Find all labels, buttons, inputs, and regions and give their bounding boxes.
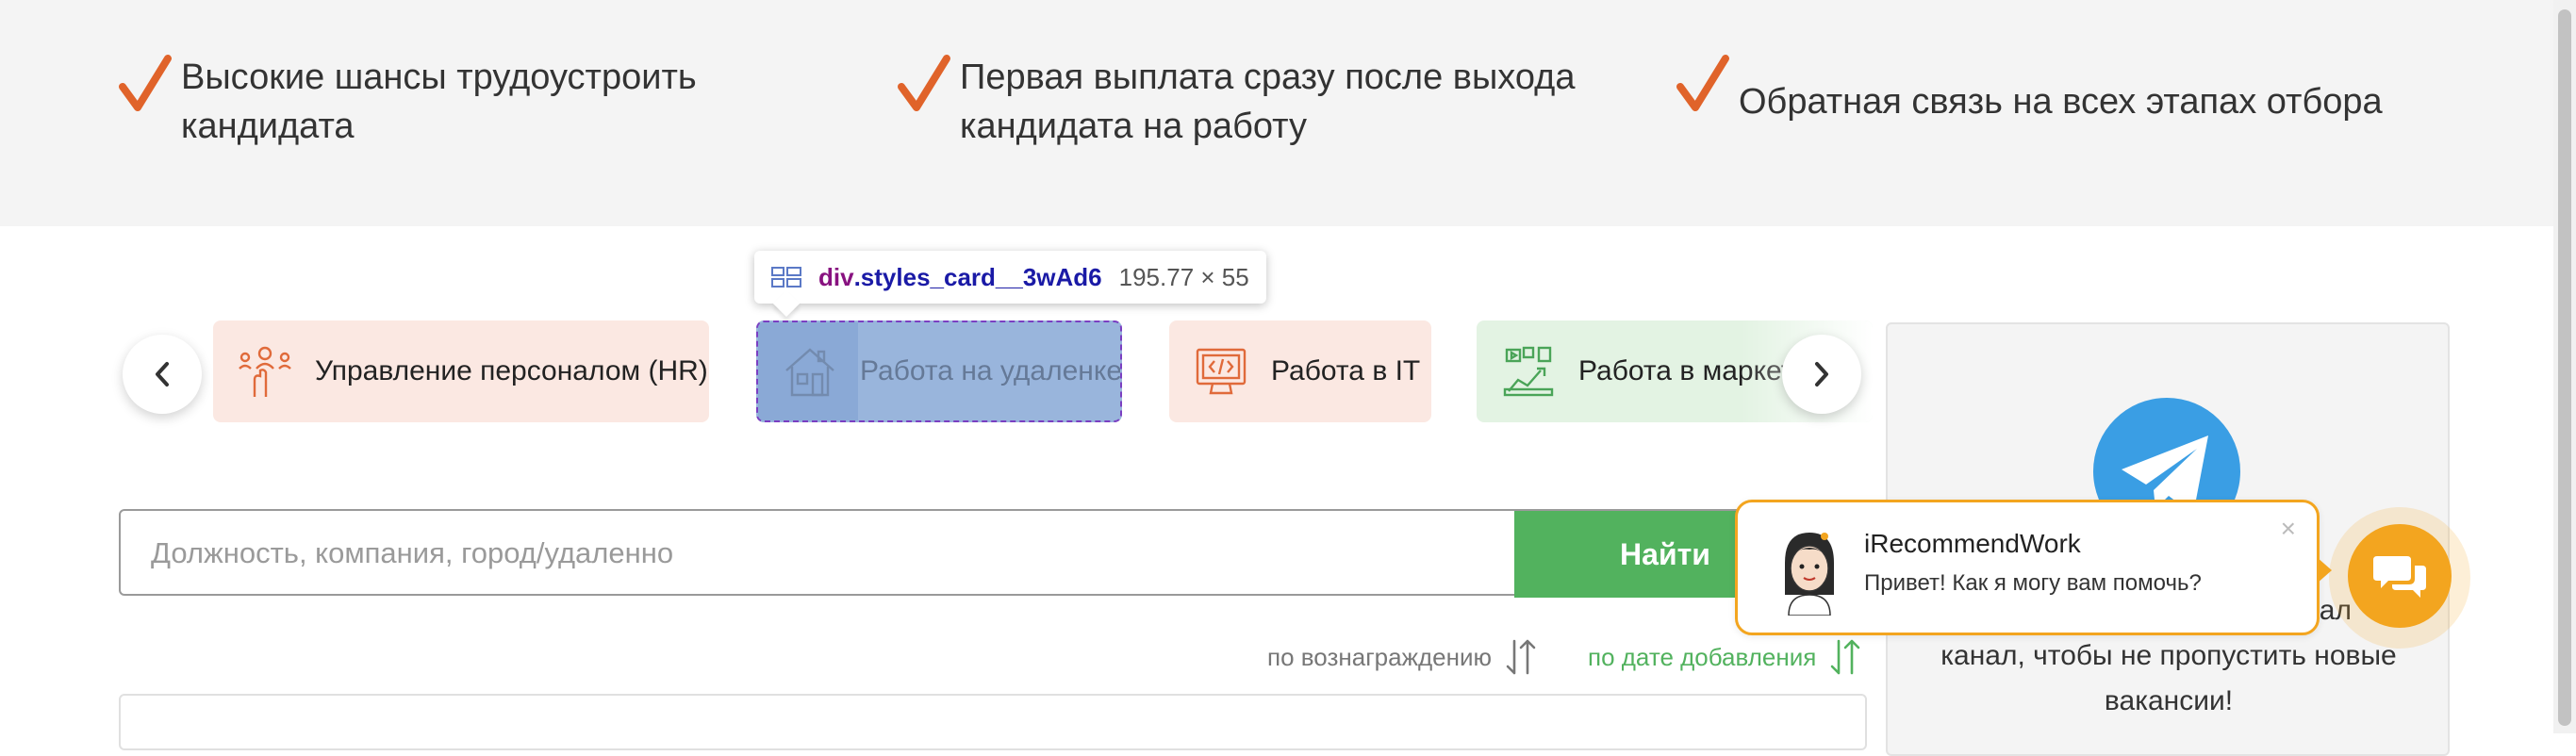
chevron-right-icon — [1815, 362, 1828, 386]
carousel-next-button[interactable] — [1782, 335, 1861, 414]
category-card-hr[interactable]: Управление персоналом (HR) — [213, 320, 709, 422]
search-input[interactable] — [149, 511, 1520, 596]
assistant-avatar — [1785, 533, 1834, 616]
tooltip-dimensions: 195.77 × 55 — [1118, 262, 1249, 291]
category-card-it[interactable]: Работа в IT — [1169, 320, 1431, 422]
telegram-text-line3: вакансии! — [2104, 685, 2234, 716]
vacancy-list-start — [119, 694, 1867, 750]
benefit-text-line1: Первая выплата сразу после выхода — [960, 58, 1576, 97]
chat-bubbles-icon — [2373, 556, 2426, 598]
hr-people-icon — [239, 346, 291, 397]
devtools-inspect-tooltip: div .styles_card__3wAd6 195.77 × 55 — [754, 251, 1266, 318]
sort-label: по вознаграждению — [1267, 642, 1492, 671]
checkmark-icon — [119, 55, 172, 111]
sort-arrows-icon — [1506, 639, 1536, 675]
open-chat-button[interactable] — [2348, 524, 2452, 628]
benefit-item: Первая выплата сразу после выхода кандида… — [896, 53, 1575, 151]
grid-layout-icon — [771, 267, 801, 288]
category-carousel: Управление персоналом (HR) Работа на уда… — [0, 320, 1873, 424]
sort-by-date[interactable]: по дате добавления — [1588, 637, 1863, 677]
category-card-remote[interactable]: Работа на удаленке — [756, 320, 1122, 422]
benefit-item: Высокие шансы трудоустроить кандидата — [117, 53, 697, 151]
sort-by-reward[interactable]: по вознаграждению — [1267, 637, 1539, 677]
benefits-band: Высокие шансы трудоустроить кандидата Пер… — [0, 0, 2576, 226]
benefit-text-line2: кандидата на работу — [960, 107, 1307, 146]
benefit-text-line2: кандидата — [181, 107, 355, 146]
chat-popup[interactable]: iRecommendWork Привет! Как я могу вам по… — [1735, 500, 2332, 635]
laptop-code-icon — [1196, 348, 1247, 395]
benefit-item: Обратная связь на всех этапах отбора — [1675, 53, 2383, 126]
tooltip-class: .styles_card__3wAd6 — [853, 262, 1102, 291]
telegram-text-line2: канал, чтобы не пропустить новые — [1940, 640, 2397, 671]
sort-arrows-icon — [1831, 639, 1860, 675]
chat-close-icon[interactable]: × — [2281, 514, 2296, 544]
checkmark-icon — [1676, 55, 1729, 111]
checkmark-icon — [898, 55, 950, 111]
search-button-label: Найти — [1620, 536, 1710, 571]
scrollbar-thumb[interactable] — [2558, 9, 2571, 726]
tooltip-arrow — [772, 289, 801, 318]
benefit-text-line1: Обратная связь на всех этапах отбора — [1739, 82, 2383, 122]
sort-label: по дате добавления — [1588, 642, 1817, 671]
page-scrollbar[interactable] — [2553, 0, 2576, 733]
category-label: Работа в IT — [1271, 355, 1421, 386]
category-label: Управление персоналом (HR) — [315, 355, 708, 386]
carousel-prev-button[interactable] — [123, 335, 202, 414]
category-label: Работа на удаленке — [860, 355, 1122, 386]
chevron-left-icon — [156, 362, 169, 386]
chat-greeting: Привет! Как я могу вам помочь? — [1864, 570, 2202, 596]
tooltip-tag: div — [818, 262, 854, 291]
house-icon — [785, 348, 834, 397]
benefit-text-line1: Высокие шансы трудоустроить — [181, 58, 697, 97]
marketing-icon — [1503, 346, 1554, 397]
chat-agent-name: iRecommendWork — [1864, 529, 2081, 558]
